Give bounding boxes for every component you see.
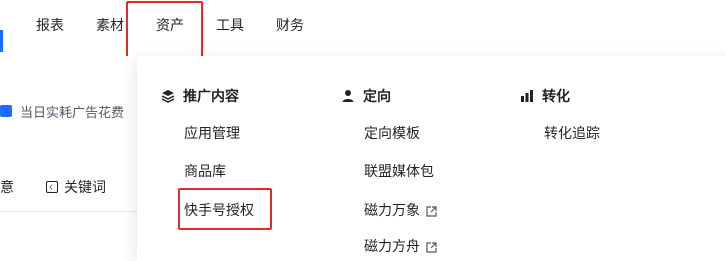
menu-item-conversion-tracking[interactable]: 转化追踪 [544, 123, 600, 143]
spend-label: 当日实耗广告花费 [20, 105, 125, 121]
menu-item-targeting-template[interactable]: 定向模板 [364, 123, 420, 143]
top-nav: 报表 素材 资产 工具 财务 [0, 0, 726, 58]
nav-item-finance[interactable]: 财务 [276, 16, 304, 36]
tab-keyword-label: 关键词 [64, 180, 106, 196]
tab-partial[interactable]: 意 [0, 177, 14, 197]
layers-icon [161, 89, 175, 103]
spend-metric: 当日实耗广告花费 [0, 100, 124, 122]
active-tab-indicator [0, 30, 3, 52]
content-tabs: 意 关键词 [0, 176, 106, 198]
divider [0, 211, 140, 212]
bar-chart-icon [520, 89, 534, 103]
nav-item-tools[interactable]: 工具 [216, 16, 244, 36]
column-title-label: 转化 [542, 89, 570, 105]
column-title-conversion: 转化 [520, 86, 570, 106]
column-title-label: 定向 [363, 89, 391, 105]
column-title-targeting: 定向 [341, 86, 391, 106]
menu-item-cili-fangzhou[interactable]: 磁力方舟 [364, 236, 437, 256]
spend-icon [0, 105, 12, 117]
tab-keyword[interactable]: 关键词 [46, 177, 106, 197]
nav-item-reports[interactable]: 报表 [36, 16, 64, 36]
menu-item-label: 磁力方舟 [364, 239, 420, 255]
nav-item-materials[interactable]: 素材 [96, 16, 124, 36]
column-title-promotion: 推广内容 [161, 86, 239, 106]
code-icon [46, 181, 58, 193]
menu-item-media-package[interactable]: 联盟媒体包 [364, 161, 434, 181]
kuaishou-auth-highlight [178, 188, 272, 230]
person-icon [341, 89, 355, 103]
external-link-icon [426, 241, 437, 253]
assets-dropdown: 推广内容 应用管理 商品库 快手号授权 定向 定向模板 联盟媒体包 磁力万象 磁… [137, 56, 726, 261]
nav-assets-highlight [126, 1, 203, 58]
menu-item-app-management[interactable]: 应用管理 [184, 123, 240, 143]
menu-item-label: 磁力万象 [364, 203, 420, 219]
external-link-icon [426, 205, 437, 217]
menu-item-cili-wanxiang[interactable]: 磁力万象 [364, 200, 437, 220]
menu-item-product-library[interactable]: 商品库 [184, 161, 226, 181]
column-title-label: 推广内容 [183, 89, 239, 105]
